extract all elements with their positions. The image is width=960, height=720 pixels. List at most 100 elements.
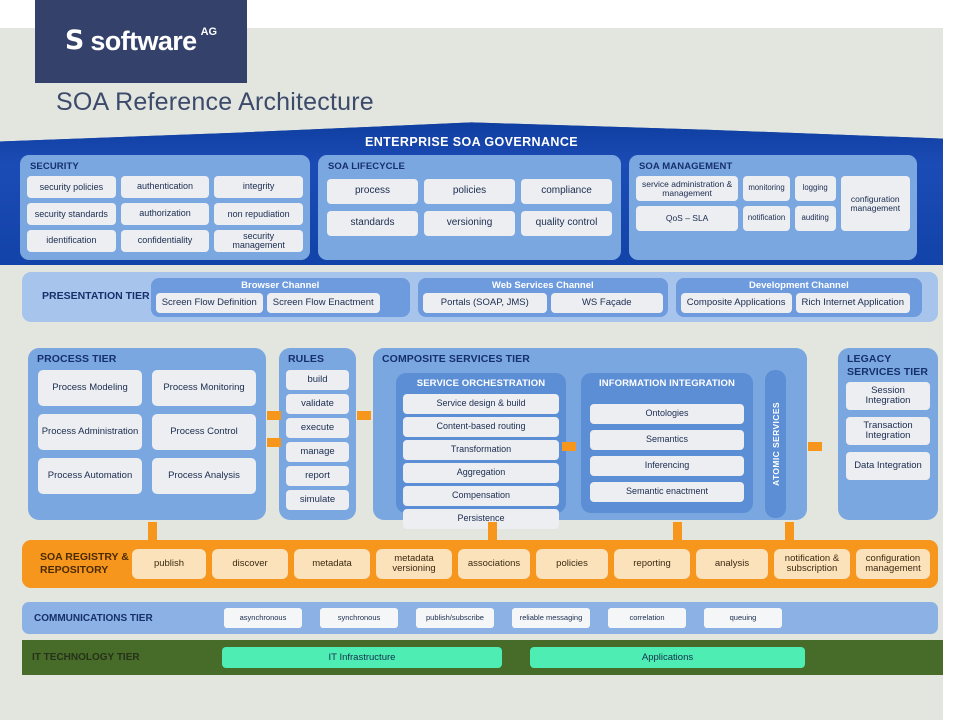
legacy-services-tier-item[interactable]: Session Integration [846,382,930,411]
presentation-tier: PRESENTATION TIER Browser Channel Screen… [22,272,938,322]
development-channel-title: Development Channel [749,279,849,291]
soa-registry-repository: SOA REGISTRY & REPOSITORY publish discov… [22,540,938,588]
soa-management-item[interactable]: configuration management [840,176,910,231]
soa-lifecycle-item[interactable]: policies [424,179,515,204]
governance-group-soa-management: SOA MANAGEMENT service administration & … [629,155,917,260]
information-integration-item[interactable]: Semantic enactment [590,482,744,502]
web-services-channel: Web Services Channel Portals (SOAP, JMS)… [417,277,668,317]
soa-lifecycle-item[interactable]: standards [327,211,418,236]
soa-lifecycle-item[interactable]: quality control [521,211,612,236]
rules-tier-item[interactable]: simulate [286,489,349,510]
soa-management-item[interactable]: auditing [794,206,836,231]
soa-lifecycle-item[interactable]: process [327,179,418,204]
security-item[interactable]: authentication [120,176,210,198]
rules-tier-item[interactable]: execute [286,417,349,438]
security-item[interactable]: non repudiation [214,203,303,225]
information-integration-item[interactable]: Inferencing [590,456,744,476]
process-tier-item[interactable]: Process Monitoring [152,369,256,406]
soa-registry-repository-label: SOA REGISTRY & REPOSITORY [40,550,129,576]
it-technology-tier-label: IT TECHNOLOGY TIER [32,652,140,663]
it-infrastructure-item[interactable]: IT Infrastructure [222,647,502,668]
legacy-services-tier-item[interactable]: Data Integration [846,452,930,481]
security-item[interactable]: security standards [27,203,116,225]
registry-item[interactable]: metadata versioning [376,549,452,579]
connector-composite-legacy [808,442,822,451]
security-item[interactable]: security policies [27,176,116,198]
presentation-tier-label: PRESENTATION TIER [42,290,150,303]
connector-rules-composite [357,411,371,420]
browser-channel: Browser Channel Screen Flow Definition S… [150,277,410,317]
soa-management-item[interactable]: notification [743,206,790,231]
rules-tier-item[interactable]: report [286,465,349,486]
legacy-services-tier-items: Session Integration Transaction Integrat… [838,382,938,481]
service-orchestration-item[interactable]: Transformation [403,440,559,460]
service-orchestration-item[interactable]: Aggregation [403,463,559,483]
applications-item[interactable]: Applications [530,647,805,668]
rules-tier-items: build validate execute manage report sim… [279,369,356,510]
registry-item[interactable]: discover [212,549,288,579]
security-item[interactable]: identification [27,230,116,252]
software-ag-logo-word: software [90,26,197,56]
registry-item[interactable]: analysis [696,549,768,579]
soa-management-item[interactable]: service administration & management [636,176,739,201]
process-tier-item[interactable]: Process Analysis [152,457,256,494]
registry-item[interactable]: configuration management [856,549,930,579]
rules-tier: RULES build validate execute manage repo… [279,348,356,520]
service-orchestration-item[interactable]: Persistence [403,509,559,529]
registry-item[interactable]: metadata [294,549,370,579]
soa-registry-repository-items: publish discover metadata metadata versi… [132,549,930,579]
registry-item[interactable]: publish [132,549,206,579]
browser-channel-item[interactable]: Screen Flow Definition [155,292,263,313]
security-item[interactable]: authorization [120,203,210,225]
information-integration-items: Ontologies Semantics Inferencing Semanti… [581,394,753,502]
security-item[interactable]: integrity [214,176,303,198]
rules-tier-item[interactable]: manage [286,441,349,462]
communications-tier-item[interactable]: asynchronous [224,608,302,628]
rules-tier-title: RULES [288,353,325,365]
soa-lifecycle-item[interactable]: versioning [424,211,515,236]
communications-tier-label: COMMUNICATIONS TIER [34,612,153,624]
service-orchestration-item[interactable]: Compensation [403,486,559,506]
soa-management-item[interactable]: monitoring [743,176,790,201]
information-integration-item[interactable]: Semantics [590,430,744,450]
governance-group-security: SECURITY security policies authenticatio… [20,155,310,260]
process-tier-item[interactable]: Process Administration [38,413,142,450]
governance-groups: SECURITY security policies authenticatio… [0,155,943,260]
communications-tier-item[interactable]: correlation [608,608,686,628]
rules-tier-item[interactable]: validate [286,393,349,414]
soa-lifecycle-group-title: SOA LIFECYCLE [328,161,405,172]
information-integration-box: INFORMATION INTEGRATION Ontologies Seman… [581,373,753,513]
development-channel: Development Channel Composite Applicatio… [675,277,922,317]
soa-lifecycle-item[interactable]: compliance [521,179,612,204]
browser-channel-title: Browser Channel [241,279,320,291]
web-services-channel-item[interactable]: Portals (SOAP, JMS) [422,292,547,313]
browser-channel-item[interactable]: Screen Flow Enactment [266,292,380,313]
information-integration-item[interactable]: Ontologies [590,404,744,424]
registry-item[interactable]: policies [536,549,608,579]
communications-tier-item[interactable]: queuing [704,608,782,628]
process-tier-item[interactable]: Process Control [152,413,256,450]
soa-management-item[interactable]: logging [794,176,836,201]
registry-item[interactable]: notification & subscription [774,549,850,579]
process-tier-item[interactable]: Process Automation [38,457,142,494]
communications-tier-item[interactable]: publish/subscribe [416,608,494,628]
communications-tier-item[interactable]: reliable messaging [512,608,590,628]
web-services-channel-item[interactable]: WS Façade [550,292,663,313]
security-item[interactable]: confidentiality [120,230,210,252]
rules-tier-item[interactable]: build [286,369,349,390]
development-channel-item[interactable]: Rich Internet Application [795,292,910,313]
security-item[interactable]: security management [214,230,303,252]
service-orchestration-item[interactable]: Service design & build [403,394,559,414]
communications-tier-item[interactable]: synchronous [320,608,398,628]
legacy-services-tier-item[interactable]: Transaction Integration [846,417,930,446]
development-channel-item[interactable]: Composite Applications [680,292,792,313]
service-orchestration-item[interactable]: Content-based routing [403,417,559,437]
communications-tier: COMMUNICATIONS TIER asynchronous synchro… [22,602,938,634]
composite-services-tier-title: COMPOSITE SERVICES TIER [382,353,530,365]
registry-item[interactable]: reporting [614,549,690,579]
soa-management-item[interactable]: QoS – SLA [636,206,739,231]
process-tier-item[interactable]: Process Modeling [38,369,142,406]
registry-item[interactable]: associations [458,549,530,579]
communications-tier-items: asynchronous synchronous publish/subscri… [224,608,782,628]
enterprise-soa-governance-title: ENTERPRISE SOA GOVERNANCE [364,135,579,149]
